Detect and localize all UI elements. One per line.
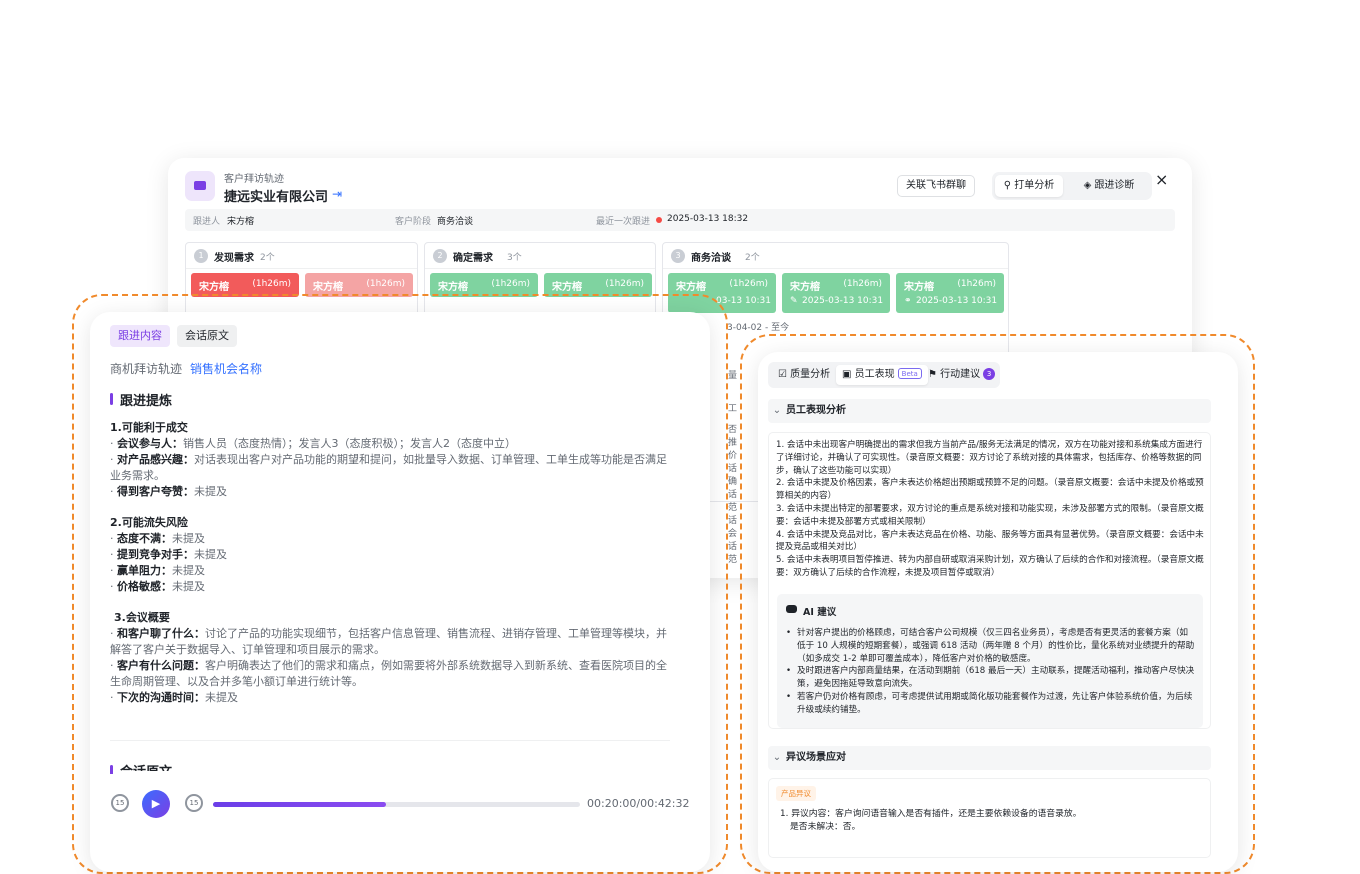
period-text: 3-04-02 - 至今 [727, 323, 790, 333]
app-logo-icon [185, 171, 215, 201]
rewind-15-icon[interactable]: 15 [111, 794, 129, 812]
playback-time: 00:20:00/00:42:32 [587, 797, 690, 810]
chevron-down-icon: ⌄ [772, 752, 782, 763]
tab-employee-performance[interactable]: ▣ 员工表现 Beta [836, 365, 928, 385]
list-item: 针对客户提出的价格顾虑，可结合客户公司规模（仅三四名业务员），考虑是否有更灵活的… [786, 627, 1196, 665]
count-badge: 3 [983, 368, 996, 380]
tab-followup-content[interactable]: 跟进内容 [110, 325, 170, 347]
visit-card[interactable]: 宋方榕 (1h26m) ⚭ 2025-03-13 10:31 [896, 273, 1004, 313]
progress-bar[interactable] [213, 802, 580, 807]
calendar-icon: ✎ [790, 296, 798, 306]
list-item: 及时跟进客户内部商量结果，在活动到期前（618 最后一天）主动联系，提醒活动福利… [786, 665, 1196, 691]
owner-value: 宋方榕 [227, 217, 255, 227]
ai-suggestion-title: AI 建议 [803, 607, 837, 618]
robot-icon [786, 605, 797, 613]
diagnosis-icon: ◈ [1083, 180, 1095, 191]
status-dot-icon [656, 217, 662, 223]
beta-badge: Beta [897, 368, 922, 379]
list-item: 若客户仍对价格有顾虑，可考虑提供试用期或简化版功能套餐作为过渡，先让客户体验系统… [786, 691, 1196, 717]
stage-value: 商务洽谈 [437, 217, 474, 227]
section-title: 跟进提炼 [120, 394, 173, 409]
progress-fill [213, 802, 387, 807]
objection-text: 1. 异议内容：客户询问语音输入是否有插件，还是主要依赖设备的语音录放。 是否未… [780, 809, 1082, 832]
divider [110, 740, 670, 741]
close-icon[interactable]: × [1155, 170, 1168, 189]
chevron-down-icon: ⌄ [772, 405, 782, 416]
tab-action-advice[interactable]: ⚑ 行动建议 3 [928, 365, 996, 385]
forward-15-icon[interactable]: 15 [185, 794, 203, 812]
flag-icon: ⚑ [928, 369, 941, 380]
ai-suggestion-list: 针对客户提出的价格顾虑，可结合客户公司规模（仅三四名业务员），考虑是否有更灵活的… [786, 627, 1196, 717]
company-name: 捷远实业有限公司 [224, 190, 329, 205]
visit-card[interactable]: 宋方榕 (1h26m) ✎ 2025-03-13 10:31 [782, 273, 890, 313]
section-objection-header[interactable]: ⌄ 异议场景应对 [768, 746, 1211, 770]
link-feishu-group-button[interactable]: 关联飞书群聊 [897, 175, 975, 197]
tab-followup-diagnosis[interactable]: ◈ 跟进诊断 [1070, 175, 1148, 197]
window-subtitle: 客户拜访轨迹 [224, 174, 284, 185]
analysis-tabs: ☑ 质量分析 ▣ 员工表现 Beta ⚑ 行动建议 3 [768, 362, 1000, 388]
followup-panel: 跟进内容 会话原文 商机拜访轨迹 销售机会名称 跟进提炼 1.可能利于成交 · … [90, 312, 710, 872]
chart-icon: ⚲ [1003, 180, 1015, 191]
quality-icon: ☑ [778, 369, 791, 380]
last-followup-value: 2025-03-13 18:32 [667, 214, 749, 224]
doc-icon: ▣ [842, 369, 855, 380]
opportunity-link[interactable]: 销售机会名称 [190, 360, 262, 377]
play-button[interactable]: ▶ [142, 790, 170, 818]
analysis-panel: ☑ 质量分析 ▣ 员工表现 Beta ⚑ 行动建议 3 ⌄ 员工表现分析 1. 会话中… [758, 352, 1238, 872]
performance-text: 1. 会话中未出现客户明确提出的需求但我方当前产品/服务无法满足的情况，双方在功… [776, 440, 1204, 578]
tab-deal-analysis[interactable]: ⚲ 打单分析 [995, 175, 1063, 197]
link-icon: ⚭ [904, 296, 912, 306]
summary-body: 1.可能利于成交 · 会议参与人：销售人员（态度热情）；发言人3（态度积极）；发… [110, 421, 667, 704]
transcript-heading: 会话原文 [120, 761, 172, 771]
heading-accent [110, 393, 113, 405]
analysis-segmented-control: ⚲ 打单分析 ◈ 跟进诊断 [992, 172, 1152, 200]
section-performance-header[interactable]: ⌄ 员工表现分析 [768, 399, 1211, 423]
tab-transcript[interactable]: 会话原文 [177, 325, 237, 347]
objection-tag: 产品异议 [776, 786, 816, 801]
tab-quality-analysis[interactable]: ☑ 质量分析 [778, 365, 830, 385]
info-bar: 跟进人 宋方榕 客户阶段 商务洽谈 最近一次跟进 2025-03-13 18:3… [185, 209, 1175, 231]
enter-icon[interactable]: ⇥ [332, 187, 342, 201]
breadcrumb: 商机拜访轨迹 [110, 362, 183, 376]
